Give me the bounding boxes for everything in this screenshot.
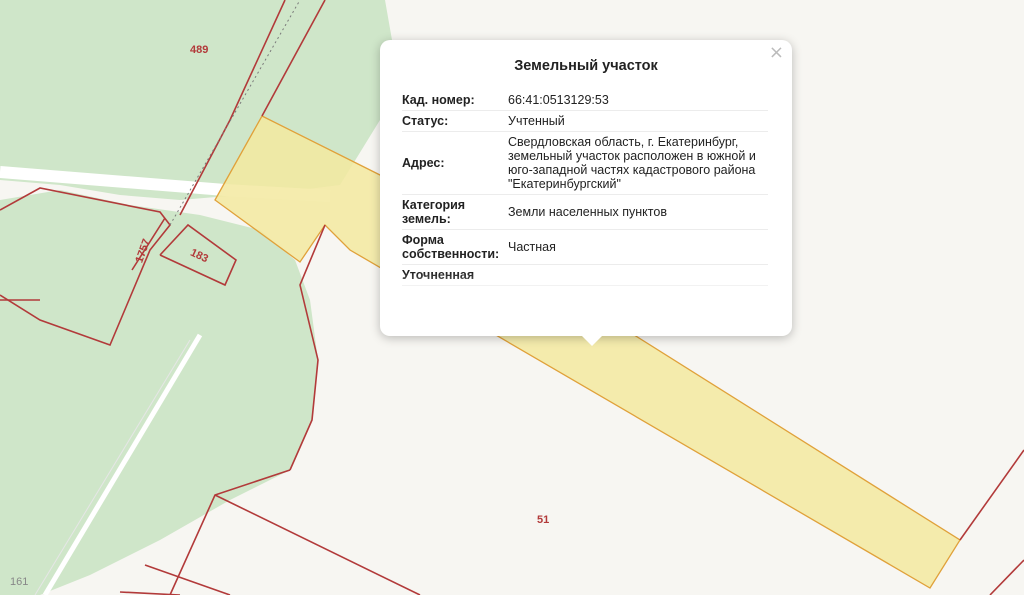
parcel-number-label: 489 (190, 44, 209, 56)
info-key: Статус: (402, 110, 506, 132)
info-row: Адрес: Свердловская область, г. Екатерин… (402, 131, 768, 195)
parcel-number-label: 51 (537, 514, 550, 526)
info-value: Свердловская область, г. Екатеринбург, з… (506, 131, 768, 195)
info-value: Земли населенных пунктов (506, 194, 768, 230)
popup-body[interactable]: Кад. номер: 66:41:0513129:53 Статус: Учт… (402, 90, 768, 324)
info-key: Форма собственности: (402, 229, 506, 265)
parcel-info-table: Кад. номер: 66:41:0513129:53 Статус: Учт… (402, 90, 768, 286)
parcel-info-popup: × Земельный участок Кад. номер: 66:41:05… (380, 40, 792, 346)
info-key: Кад. номер: (402, 90, 506, 111)
info-key: Уточненная (402, 264, 506, 286)
info-row: Категория земель: Земли населенных пункт… (402, 194, 768, 230)
info-row: Форма собственности: Частная (402, 229, 768, 265)
info-key: Адрес: (402, 131, 506, 195)
popup-title: Земельный участок (514, 58, 658, 74)
parcel-number-label: 161 (10, 576, 29, 588)
info-value: 66:41:0513129:53 (506, 90, 768, 111)
info-row: Кад. номер: 66:41:0513129:53 (402, 90, 768, 111)
popup-pointer (582, 336, 602, 346)
forest-area (0, 190, 318, 595)
info-value: Учтенный (506, 110, 768, 132)
info-key: Категория земель: (402, 194, 506, 230)
info-row: Статус: Учтенный (402, 110, 768, 132)
info-value: Частная (506, 229, 768, 265)
info-value (506, 264, 768, 286)
info-row: Уточненная (402, 264, 768, 286)
